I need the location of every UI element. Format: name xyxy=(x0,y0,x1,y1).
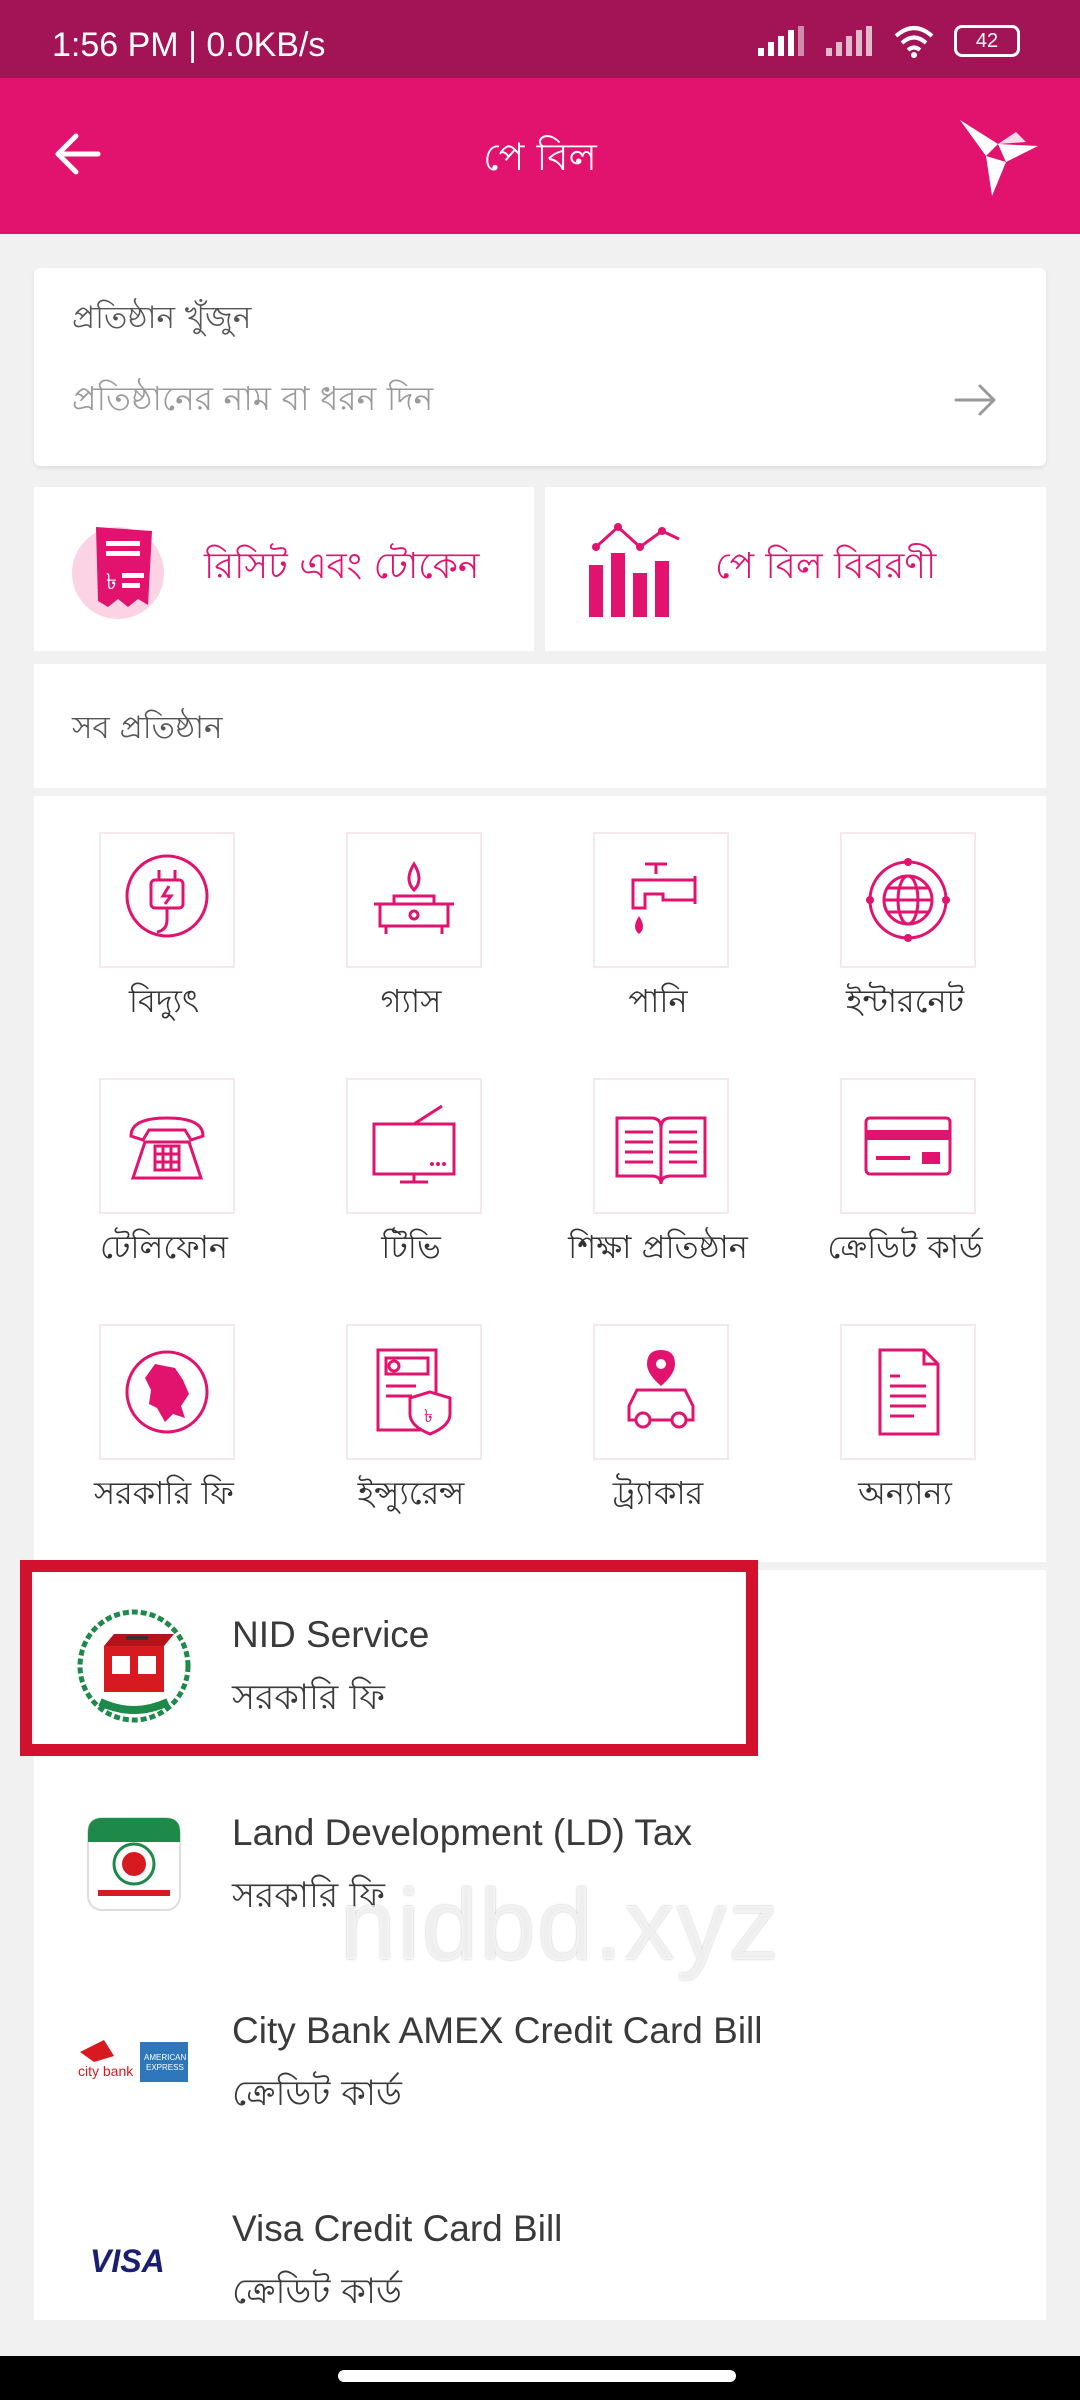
book-icon xyxy=(615,1116,707,1185)
category-govt-fee[interactable]: সরকারি ফি xyxy=(54,1298,274,1528)
election-commission-logo-icon xyxy=(77,1609,191,1723)
city-bank-amex-logo-icon: city bank AMERICAN EXPRESS xyxy=(78,2040,188,2082)
category-label: ক্রেডিট কার্ড xyxy=(827,1228,983,1266)
category-label: অন্যান্য xyxy=(858,1474,952,1512)
category-telephone[interactable]: টেলিফোন xyxy=(54,1052,274,1282)
arrow-right-icon[interactable] xyxy=(952,380,1000,420)
bangladesh-map-icon xyxy=(125,1350,209,1434)
home-gesture-pill[interactable] xyxy=(338,2370,736,2382)
biller-subtitle: সরকারি ফি xyxy=(232,1678,385,1718)
category-label: টেলিফোন xyxy=(99,1228,229,1266)
all-organizations-label: সব প্রতিষ্ঠান xyxy=(72,710,223,746)
svg-text:EXPRESS: EXPRESS xyxy=(146,2063,184,2072)
svg-text:৳: ৳ xyxy=(106,570,117,595)
category-label: বিদ্যুৎ xyxy=(128,982,200,1020)
all-organizations-header: সব প্রতিষ্ঠান xyxy=(34,664,1046,788)
category-tracker[interactable]: ট্র্যাকার xyxy=(548,1298,768,1528)
receipt-token-label: রিসিট এবং টোকেন xyxy=(204,546,480,587)
app-bar: পে বিল xyxy=(0,78,1080,234)
tv-icon xyxy=(372,1104,456,1184)
search-label: প্রতিষ্ঠান খুঁজুন xyxy=(72,300,252,336)
svg-text:VISA: VISA xyxy=(90,2243,165,2279)
category-education[interactable]: শিক্ষা প্রতিষ্ঠান xyxy=(548,1052,768,1282)
system-nav-bar xyxy=(0,2356,1080,2400)
category-label: পানি xyxy=(628,982,688,1020)
land-tax-logo-icon xyxy=(87,1817,181,1911)
status-bar: 1:56 PM | 0.0KB/s 42 xyxy=(0,0,1080,78)
wifi-icon xyxy=(894,26,934,58)
receipt-icon: ৳ xyxy=(72,527,164,619)
biller-title: Visa Credit Card Bill xyxy=(232,2208,563,2249)
battery-indicator: 42 xyxy=(954,25,1020,57)
search-input[interactable] xyxy=(72,368,952,428)
signal-icon xyxy=(758,26,804,56)
biller-title: NID Service xyxy=(232,1614,430,1655)
category-label: ট্র্যাকার xyxy=(612,1474,704,1512)
paybill-statement-button[interactable]: পে বিল বিবরণী xyxy=(545,487,1046,651)
car-tracker-icon xyxy=(627,1350,695,1429)
category-electricity[interactable]: বিদ্যুৎ xyxy=(54,806,274,1036)
visa-logo-icon: VISA xyxy=(90,2243,165,2279)
document-icon xyxy=(878,1348,940,1436)
category-tv[interactable]: টিভি xyxy=(301,1052,521,1282)
biller-nid-service[interactable]: NID Service সরকারি ফি xyxy=(34,1570,1046,1768)
category-label: সরকারি ফি xyxy=(94,1474,234,1512)
paybill-statement-label: পে বিল বিবরণী xyxy=(715,546,937,587)
bkash-bird-logo-icon xyxy=(960,120,1038,196)
category-label: ইন্টারনেট xyxy=(845,982,965,1020)
search-card: প্রতিষ্ঠান খুঁজুন xyxy=(34,268,1046,466)
internet-globe-icon xyxy=(866,858,950,942)
biller-visa-credit-card[interactable]: VISA Visa Credit Card Bill ক্রেডিট কার্ড xyxy=(34,2164,1046,2362)
biller-subtitle: ক্রেডিট কার্ড xyxy=(232,2074,402,2114)
category-label: টিভি xyxy=(381,1228,441,1266)
biller-title: Land Development (LD) Tax xyxy=(232,1812,693,1853)
category-others[interactable]: অন্যান্য xyxy=(795,1298,1015,1528)
category-label: ইন্স্যুরেন্স xyxy=(357,1474,465,1512)
category-grid: বিদ্যুৎ গ্যাস পানি ইন্টারনেট টেলিফোন টিভ… xyxy=(34,796,1046,1562)
category-water[interactable]: পানি xyxy=(548,806,768,1036)
biller-title: City Bank AMEX Credit Card Bill xyxy=(232,2010,763,2051)
signal-icon-2 xyxy=(826,26,872,56)
status-icons: 42 xyxy=(756,24,1020,58)
biller-land-development-tax[interactable]: Land Development (LD) Tax সরকারি ফি xyxy=(34,1768,1046,1966)
category-gas[interactable]: গ্যাস xyxy=(301,806,521,1036)
gas-stove-icon xyxy=(374,861,454,934)
water-tap-icon xyxy=(631,862,697,934)
biller-subtitle: সরকারি ফি xyxy=(232,1876,385,1916)
biller-subtitle: ক্রেডিট কার্ড xyxy=(232,2272,402,2312)
bar-chart-icon xyxy=(589,523,680,617)
page-title: পে বিল xyxy=(483,135,597,179)
category-label: গ্যাস xyxy=(380,982,442,1020)
receipt-token-button[interactable]: ৳ রিসিট এবং টোকেন xyxy=(34,487,534,651)
category-insurance[interactable]: ৳ ইন্স্যুরেন্স xyxy=(301,1298,521,1528)
category-label: শিক্ষা প্রতিষ্ঠান xyxy=(568,1228,748,1266)
svg-text:city bank: city bank xyxy=(78,2063,134,2079)
telephone-icon xyxy=(129,1116,205,1180)
status-time: 1:56 PM | 0.0KB/s xyxy=(52,26,326,64)
biller-list: NID Service সরকারি ফি Land Development (… xyxy=(34,1570,1046,2320)
svg-text:AMERICAN: AMERICAN xyxy=(144,2053,186,2062)
biller-city-bank-amex[interactable]: city bank AMERICAN EXPRESS City Bank AME… xyxy=(34,1966,1046,2164)
credit-card-icon xyxy=(864,1116,952,1176)
category-internet[interactable]: ইন্টারনেট xyxy=(795,806,1015,1036)
category-credit-card[interactable]: ক্রেডিট কার্ড xyxy=(795,1052,1015,1282)
insurance-icon: ৳ xyxy=(376,1348,452,1436)
svg-text:৳: ৳ xyxy=(424,1406,433,1427)
electricity-plug-icon xyxy=(125,854,209,938)
